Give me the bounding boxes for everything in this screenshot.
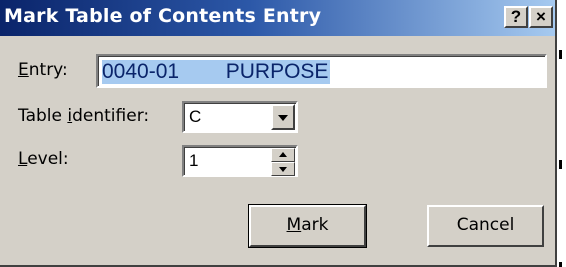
spin-down-icon: [279, 167, 287, 172]
edge-marker: [559, 160, 562, 169]
edge-marker: [559, 50, 562, 59]
level-increment-button[interactable]: [271, 148, 295, 162]
close-button[interactable]: ×: [529, 6, 553, 28]
edge-marker: [559, 262, 562, 267]
mark-button[interactable]: Mark: [248, 204, 367, 248]
level-label: Level:: [18, 149, 69, 169]
mark-toc-entry-dialog: Mark Table of Contents Entry ? × Entry: …: [0, 0, 557, 267]
cancel-button[interactable]: Cancel: [427, 205, 544, 247]
table-identifier-value: C: [189, 107, 202, 126]
level-value: 1: [189, 151, 199, 170]
background-document-edge: [557, 0, 566, 267]
entry-value: 0040-01 PURPOSE: [102, 60, 331, 84]
table-identifier-dropdown-button[interactable]: [271, 104, 295, 130]
table-identifier-label: Table identifier:: [18, 106, 150, 126]
dialog-title: Mark Table of Contents Entry: [4, 5, 322, 27]
title-bar[interactable]: Mark Table of Contents Entry ? ×: [0, 0, 555, 36]
help-button[interactable]: ?: [504, 6, 528, 28]
level-decrement-button[interactable]: [271, 162, 295, 176]
level-stepper[interactable]: 1: [182, 145, 298, 177]
entry-label: Entry:: [18, 60, 68, 80]
entry-input[interactable]: 0040-01 PURPOSE: [96, 54, 547, 88]
spin-up-icon: [279, 152, 287, 157]
table-identifier-select[interactable]: C: [182, 101, 298, 133]
chevron-down-icon: [278, 115, 288, 121]
